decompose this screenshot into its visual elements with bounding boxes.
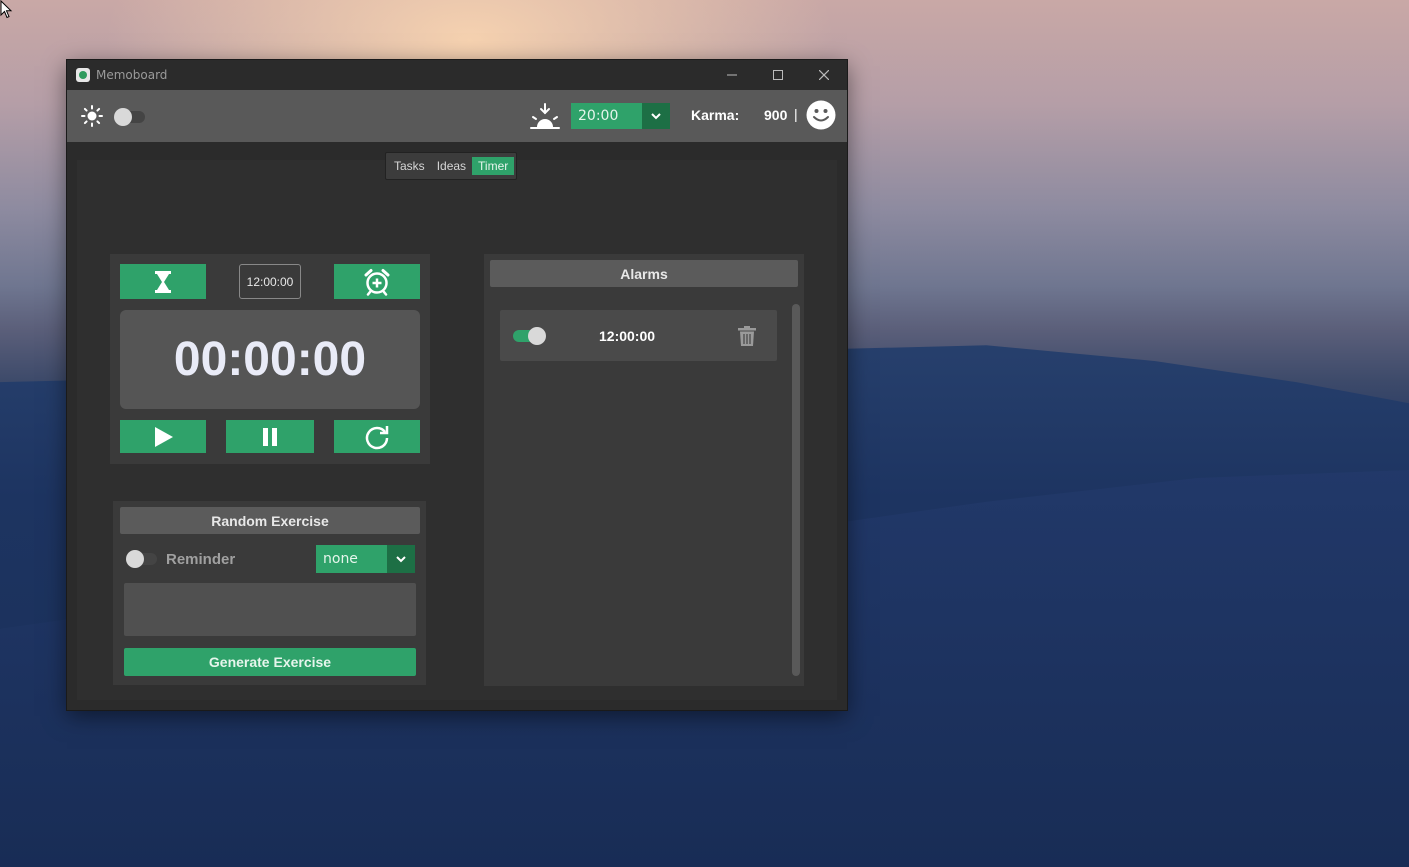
theme-toggle[interactable] (114, 108, 145, 126)
tab-tasks[interactable]: Tasks (388, 157, 431, 175)
exercise-panel: Random Exercise Reminder none Generate E… (113, 501, 426, 685)
karma-separator: | (794, 106, 798, 122)
pause-icon (263, 427, 277, 446)
pause-button[interactable] (226, 420, 314, 453)
app-window: Memoboard 20:00 Karma: 900 | Tasks Ideas… (67, 60, 847, 710)
trash-icon[interactable] (738, 326, 756, 346)
chevron-down-icon[interactable] (642, 103, 670, 129)
timer-display: 00:00:00 (120, 310, 420, 409)
toggle-knob (126, 550, 144, 568)
karma-label: Karma: (691, 107, 740, 123)
reset-button[interactable] (334, 420, 420, 453)
interval-value: none (323, 551, 358, 567)
sunset-time-value: 20:00 (578, 108, 619, 124)
minimize-icon (727, 74, 737, 76)
close-icon (819, 70, 829, 80)
alarms-title: Alarms (490, 260, 798, 287)
timer-panel: 12:00:00 00:00:00 (110, 254, 430, 464)
smiley-icon[interactable] (806, 100, 836, 130)
play-icon (155, 426, 173, 447)
tab-ideas[interactable]: Ideas (431, 157, 472, 175)
reminder-label: Reminder (166, 551, 236, 568)
alarm-time-input[interactable]: 12:00:00 (239, 264, 301, 299)
chevron-down-icon[interactable] (387, 545, 415, 573)
reset-icon (365, 425, 389, 449)
generate-exercise-button[interactable]: Generate Exercise (124, 648, 416, 676)
tab-bar: Tasks Ideas Timer (385, 152, 518, 180)
app-logo-icon (76, 68, 90, 82)
countdown-button[interactable] (120, 264, 206, 299)
sun-icon (81, 105, 103, 127)
toggle-knob (528, 327, 546, 345)
karma-value: 900 (764, 107, 788, 123)
maximize-icon (773, 70, 783, 80)
alarms-panel: Alarms 12:00:00 (484, 254, 804, 686)
alarm-time: 12:00:00 (599, 328, 656, 344)
toolbar: 20:00 Karma: 900 | (67, 90, 847, 142)
alarms-scrollbar[interactable] (792, 304, 800, 676)
alarm-item: 12:00:00 (500, 310, 777, 361)
mouse-cursor-icon (0, 0, 13, 19)
minimize-button[interactable] (709, 60, 755, 90)
add-alarm-button[interactable] (334, 264, 420, 299)
exercise-text-box (124, 583, 416, 636)
reminder-toggle[interactable] (126, 550, 157, 568)
alarm-add-icon (364, 268, 390, 296)
window-title: Memoboard (96, 68, 168, 82)
toggle-knob (114, 108, 132, 126)
hourglass-icon (155, 270, 171, 293)
title-bar[interactable]: Memoboard (67, 60, 847, 90)
alarm-enabled-toggle[interactable] (513, 327, 546, 345)
close-button[interactable] (801, 60, 847, 90)
exercise-title: Random Exercise (120, 507, 420, 534)
sunset-icon (530, 103, 560, 129)
tab-timer[interactable]: Timer (472, 157, 515, 175)
play-button[interactable] (120, 420, 206, 453)
maximize-button[interactable] (755, 60, 801, 90)
sunset-time-select[interactable]: 20:00 (571, 103, 670, 129)
interval-select[interactable]: none (316, 545, 415, 573)
